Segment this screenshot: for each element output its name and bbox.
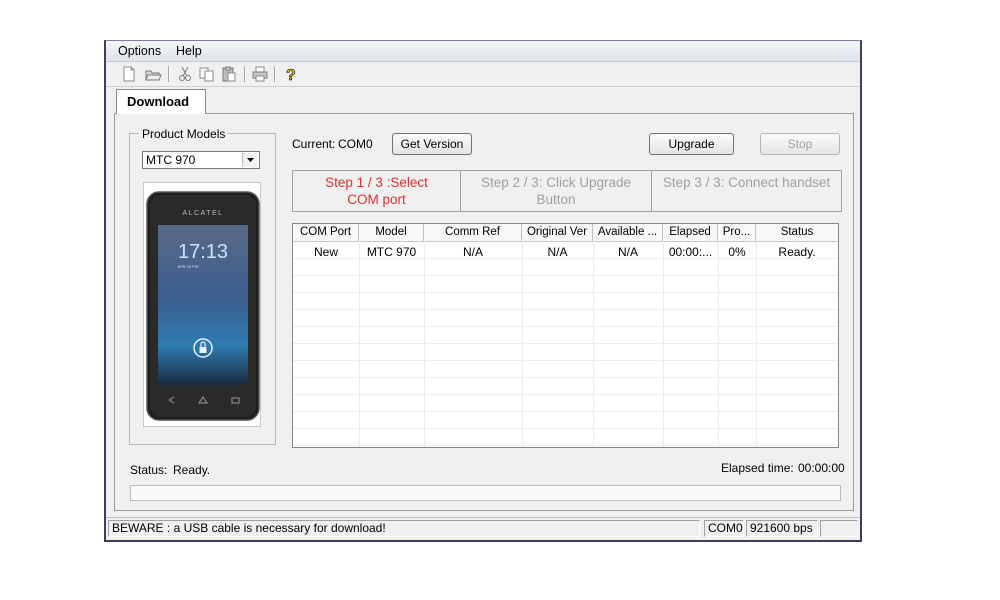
header-model[interactable]: Model [359,224,424,241]
header-progress[interactable]: Pro... [718,224,756,241]
cell-elapsed: 00:00:... [668,245,713,259]
step-3-line1: Step 3 / 3: Connect handset [662,175,831,190]
header-available[interactable]: Available ... [593,224,663,241]
new-file-icon[interactable] [120,65,138,83]
phone-image-frame: ALCATEL 17:13 APR 20 FRI [143,182,261,427]
application-window: Options Help ? Download Product Models M… [104,40,862,542]
step-2: Step 2 / 3: Click Upgrade Button [461,171,652,211]
phone-clock-text: 17:13 [178,241,228,263]
tab-download[interactable]: Download [116,89,206,114]
status-value: Ready. [173,463,211,477]
menu-options[interactable]: Options [118,44,161,58]
paste-icon[interactable] [220,65,238,83]
toolbar-separator [274,66,276,82]
phone-brand-text: ALCATEL [182,210,223,217]
steps-panel: Step 1 / 3 :Select COM port Step 2 / 3: … [292,170,842,212]
table-column-line [756,241,757,447]
stop-button[interactable]: Stop [760,133,840,155]
tab-download-label: Download [127,94,190,109]
header-elapsed[interactable]: Elapsed [663,224,718,241]
current-label: Current: [292,137,336,151]
header-com-port[interactable]: COM Port [293,224,359,241]
cell-available: N/A [617,245,638,259]
status-label: Status: [130,463,168,477]
product-models-label: Product Models [139,127,229,141]
table-column-line [359,241,360,447]
step-2-line2: Button [536,192,576,207]
svg-text:?: ? [286,67,296,83]
copy-icon[interactable] [198,65,216,83]
cell-comm-ref: N/A [462,245,483,259]
cut-icon[interactable] [176,65,194,83]
chevron-down-icon[interactable] [242,153,258,167]
phone-image: ALCATEL 17:13 APR 20 FRI [146,191,260,421]
product-model-select[interactable]: MTC 970 [142,151,260,169]
phone-date-text: APR 20 FRI [177,264,198,269]
statusbar-port: COM0 [704,520,744,537]
product-model-value: MTC 970 [146,153,196,167]
table-column-line [718,241,719,447]
device-table: COM Port Model Comm Ref Original Ver Ava… [292,223,839,448]
elapsed-time-value: 00:00:00 [798,461,845,475]
get-version-button[interactable]: Get Version [392,133,472,155]
table-column-line [663,241,664,447]
header-comm-ref[interactable]: Comm Ref [424,224,522,241]
step-1-line1: Step 1 / 3 :Select [325,175,428,190]
toolbar: ? [106,62,860,87]
current-value: COM0 [338,137,373,151]
cell-model: MTC 970 [366,245,417,259]
help-icon[interactable]: ? [282,65,300,85]
step-1: Step 1 / 3 :Select COM port [293,171,461,211]
elapsed-time-label: Elapsed time: [721,461,794,475]
table-header: COM Port Model Comm Ref Original Ver Ava… [293,224,838,242]
header-original-ver[interactable]: Original Ver [522,224,593,241]
progress-bar [130,485,841,501]
menu-help[interactable]: Help [176,44,202,58]
upgrade-button[interactable]: Upgrade [649,133,734,155]
statusbar-baud: 921600 bps [746,520,818,537]
cell-progress: 0% [728,245,746,259]
toolbar-separator [244,66,246,82]
step-3: Step 3 / 3: Connect handset [652,171,841,211]
menu-bar: Options Help [106,41,860,62]
status-bar: BEWARE : a USB cable is necessary for do… [106,517,860,540]
cell-status: Ready. [778,245,816,259]
step-1-line2: COM port [347,192,406,207]
cell-original-ver: N/A [547,245,568,259]
toolbar-separator [168,66,170,82]
statusbar-empty-panel [820,520,858,537]
statusbar-message: BEWARE : a USB cable is necessary for do… [108,520,700,537]
header-status[interactable]: Status [756,224,838,241]
cell-com-port: New [313,245,338,259]
table-column-line [424,241,425,447]
table-column-line [522,241,523,447]
table-column-line [593,241,594,447]
open-folder-icon[interactable] [144,65,162,83]
step-2-line1: Step 2 / 3: Click Upgrade [480,175,632,190]
print-icon[interactable] [251,65,269,83]
